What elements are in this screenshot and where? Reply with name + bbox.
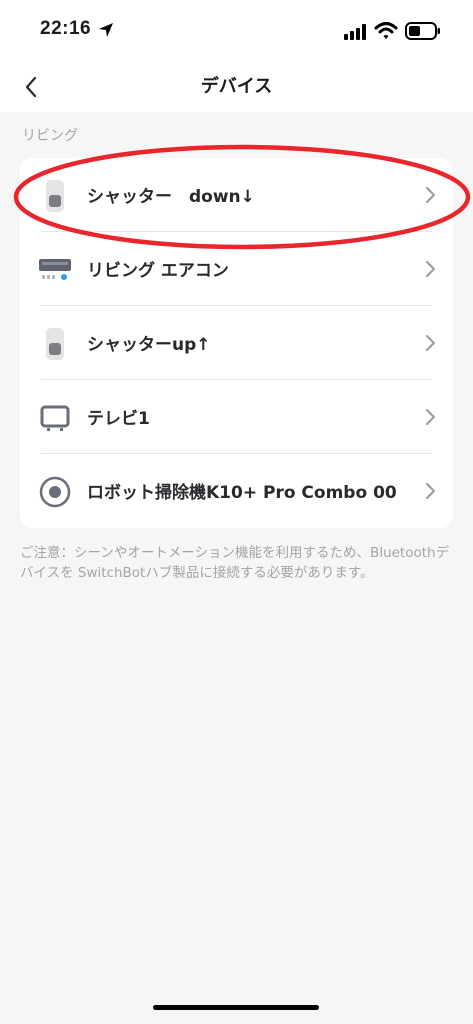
- air-conditioner-icon: [38, 253, 72, 287]
- chevron-right-icon: [426, 409, 435, 425]
- shutter-icon: [38, 327, 72, 361]
- tv-icon: [38, 401, 72, 435]
- device-label: ロボット掃除機K10+ Pro Combo 00: [87, 483, 397, 503]
- robot-vacuum-icon: [38, 475, 72, 509]
- shutter-icon: [38, 179, 72, 213]
- section-label: リビング: [22, 128, 78, 144]
- battery-icon: [405, 22, 440, 40]
- device-row-tv[interactable]: テレビ1: [20, 380, 453, 454]
- cellular-signal-icon: [344, 24, 366, 40]
- device-label: リビング エアコン: [87, 261, 229, 281]
- device-row-robot-vacuum[interactable]: ロボット掃除機K10+ Pro Combo 00: [20, 454, 453, 528]
- status-bar: 22:16: [0, 0, 473, 60]
- chevron-right-icon: [426, 187, 435, 203]
- device-label: シャッター down↓: [87, 187, 255, 207]
- device-label: テレビ1: [87, 409, 150, 429]
- chevron-right-icon: [426, 335, 435, 351]
- device-row-living-aircon[interactable]: リビング エアコン: [20, 232, 453, 306]
- wifi-icon: [374, 22, 398, 39]
- device-row-shutter-down[interactable]: シャッター down↓: [20, 158, 453, 232]
- page-title: デバイス: [200, 76, 273, 97]
- nav-bar: デバイス: [0, 60, 473, 112]
- device-row-shutter-up[interactable]: シャッターup↑: [20, 306, 453, 380]
- chevron-right-icon: [426, 483, 435, 499]
- note-text: ご注意：シーンやオートメーション機能を利用するため、Bluetoothデバイスを…: [20, 545, 450, 581]
- device-list: シャッター down↓ リビング エアコン シャッターup↑ テレビ1 ロボット…: [20, 158, 453, 528]
- chevron-right-icon: [426, 261, 435, 277]
- home-indicator: [153, 1005, 319, 1010]
- location-arrow-icon: [99, 23, 113, 37]
- device-label: シャッターup↑: [87, 335, 211, 355]
- status-time: 22:16: [40, 18, 92, 39]
